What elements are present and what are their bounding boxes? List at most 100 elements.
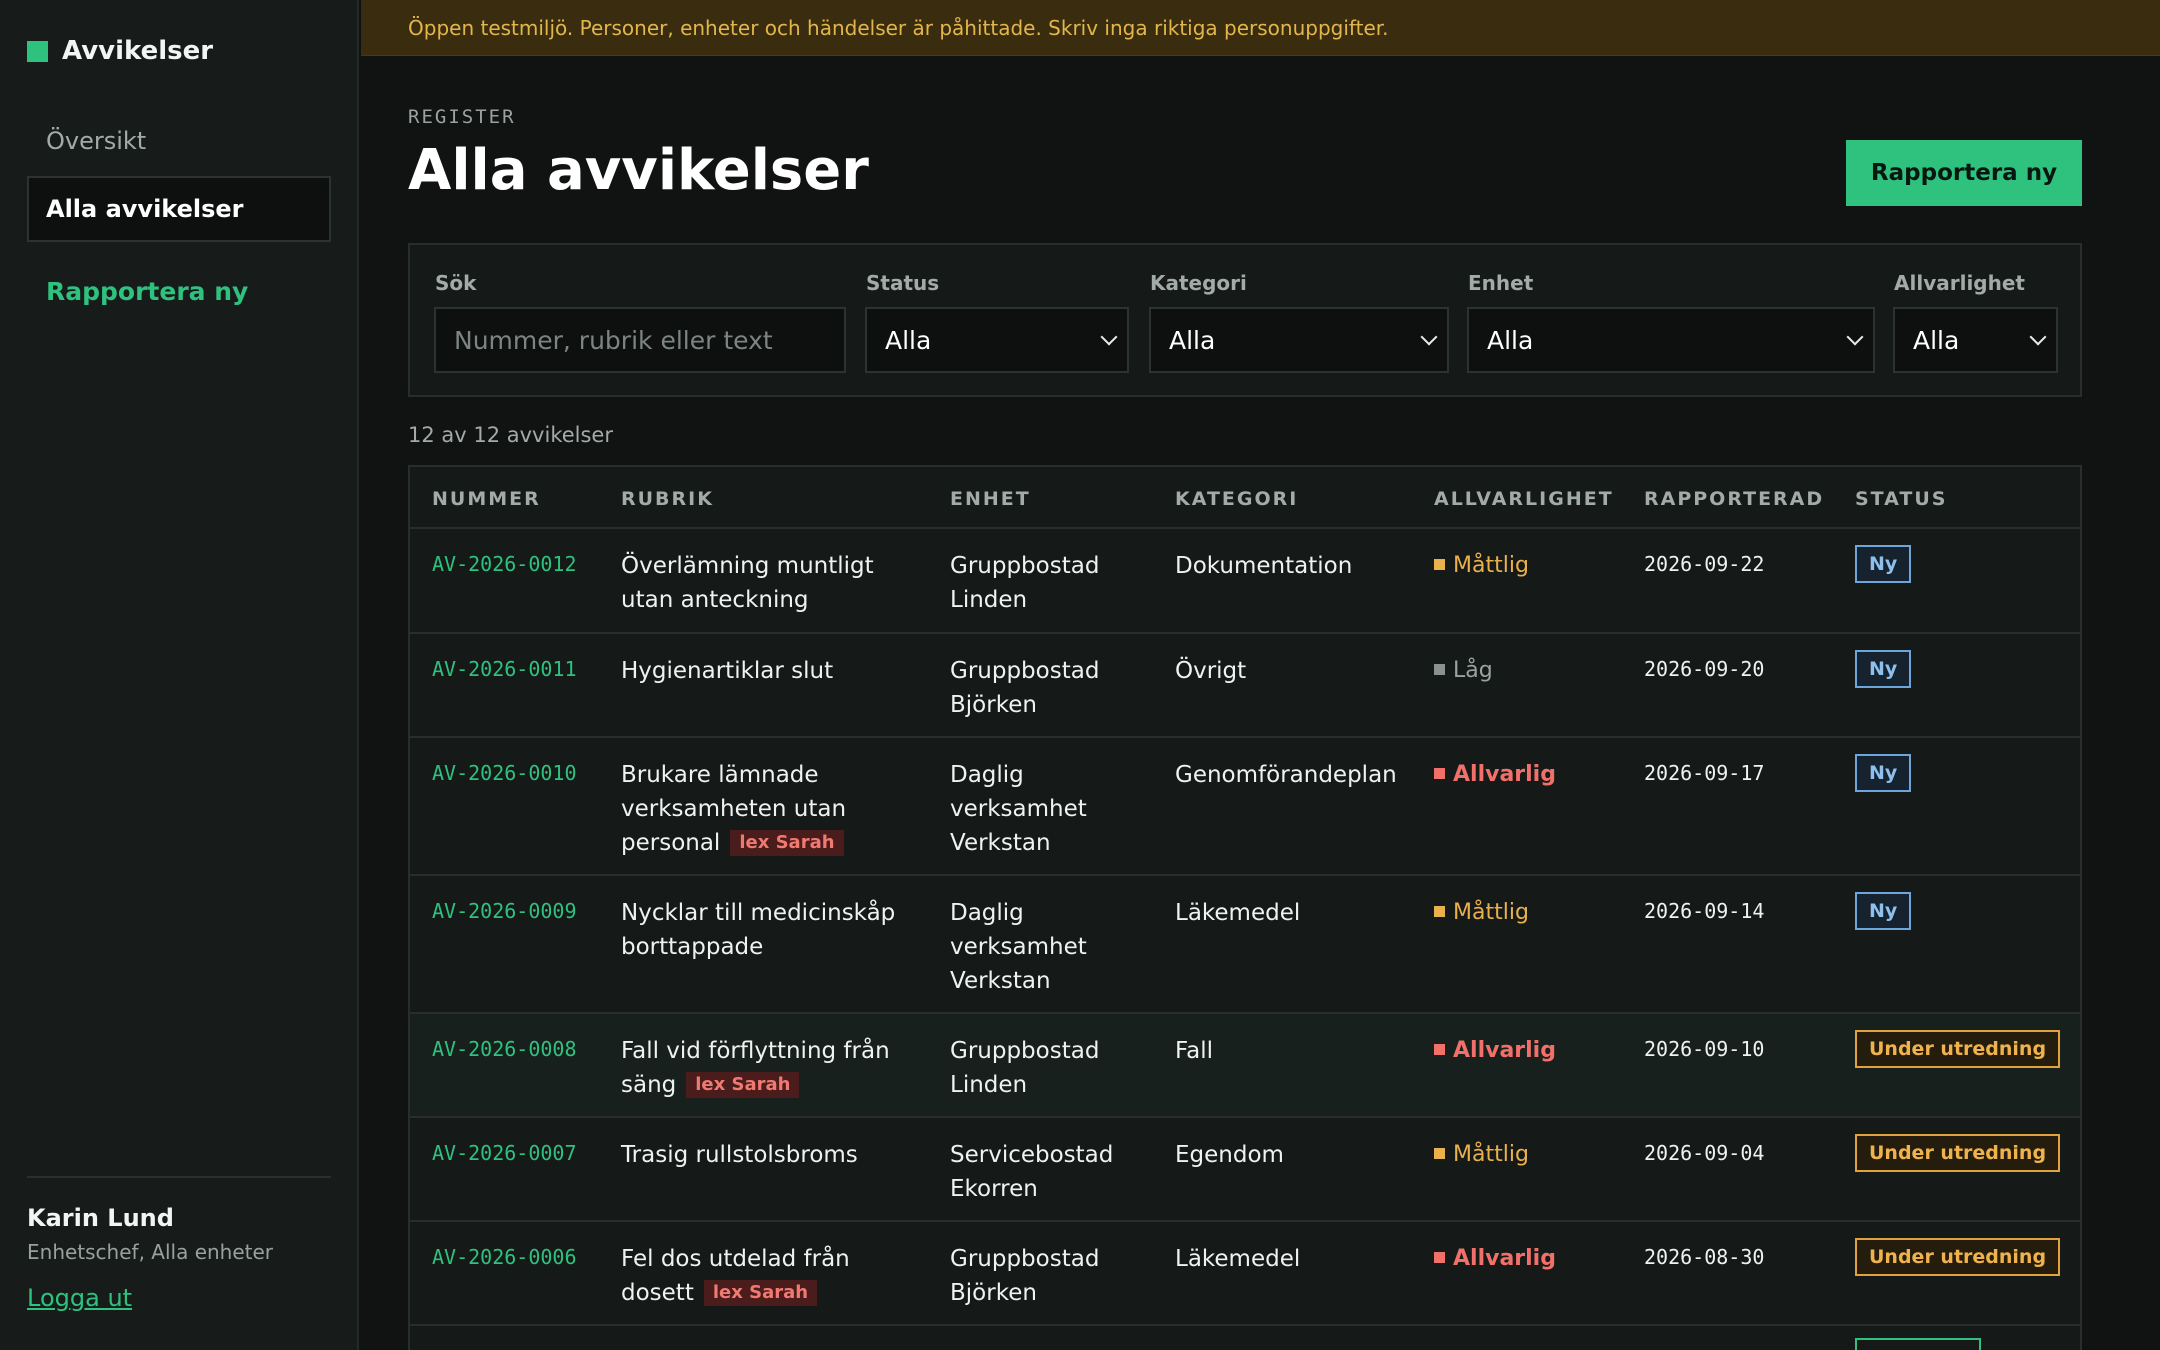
deviation-number-link[interactable]: AV-2026-0012 [432, 547, 577, 581]
deviation-number-link[interactable]: AV-2026-0009 [432, 894, 577, 928]
severity-label: Allvarlig [1453, 762, 1556, 787]
sidebar-item-report-new[interactable]: Rapportera ny [27, 258, 331, 324]
status-filter-value: Alla [885, 325, 932, 355]
deviation-unit: Gruppbostad Linden [950, 549, 1099, 617]
sidebar-item-all-deviations[interactable]: Alla avvikelser [27, 176, 331, 242]
deviation-title: Överlämning muntligt utan anteckning [621, 549, 874, 617]
status-badge: Under utredning [1855, 1238, 2061, 1276]
table-row[interactable] [410, 1326, 2080, 1350]
brand-logo-icon [27, 40, 48, 62]
status-badge [1855, 1338, 1981, 1350]
chevron-down-icon [1846, 328, 1864, 346]
reported-date: 2026-09-04 [1644, 1141, 1765, 1165]
unit-line: Linden [950, 1072, 1028, 1098]
unit-line: Gruppbostad [950, 1038, 1100, 1064]
deviation-title: Trasig rullstolsbroms [621, 1138, 858, 1172]
deviation-category: Övrigt [1175, 658, 1247, 684]
user-role: Enhetschef, Alla enheter [27, 1240, 274, 1264]
sidebar-item-overview[interactable]: Översikt [27, 108, 331, 174]
unit-line: verksamhet [950, 934, 1087, 960]
deviation-title: Hygienartiklar slut [621, 654, 833, 688]
unit-line: Gruppbostad [950, 553, 1100, 579]
severity-label: Allvarlig [1453, 1038, 1556, 1063]
filter-panel: Sök Nummer, rubrik eller text Status All… [408, 243, 2082, 397]
deviation-number-link[interactable]: AV-2026-0010 [432, 756, 577, 790]
unit-filter-select[interactable]: Alla [1467, 307, 1875, 373]
column-header-unit[interactable]: ENHET [950, 488, 1031, 510]
reported-date: 2026-09-22 [1644, 552, 1765, 576]
status-filter-label: Status [866, 271, 940, 295]
title-line: Överlämning muntligt [621, 553, 874, 579]
deviations-table: NUMMER RUBRIK ENHET KATEGORI ALLVARLIGHE… [408, 465, 2082, 1350]
column-header-status[interactable]: STATUS [1855, 488, 1947, 510]
reported-date: 2026-09-14 [1644, 899, 1765, 923]
unit-line: Gruppbostad [950, 1246, 1100, 1272]
chevron-down-icon [1420, 328, 1438, 346]
search-input[interactable]: Nummer, rubrik eller text [434, 307, 846, 373]
table-row[interactable]: AV-2026-0007 Trasig rullstolsbroms Service… [410, 1118, 2080, 1222]
report-new-button[interactable]: Rapportera ny [1846, 140, 2082, 206]
lex-sarah-badge: lex Sarah [730, 830, 844, 856]
title-line: Fel dos utdelad från [621, 1246, 850, 1272]
severity-filter-select[interactable]: Alla [1893, 307, 2058, 373]
deviation-number-link[interactable]: AV-2026-0006 [432, 1240, 577, 1274]
deviation-unit: Gruppbostad Linden [950, 1034, 1099, 1102]
category-filter-select[interactable]: Alla [1149, 307, 1449, 373]
severity-indicator: Måttlig [1434, 896, 1529, 930]
severity-square-icon [1434, 1148, 1445, 1159]
page-title: Alla avvikelser [408, 138, 869, 203]
severity-indicator: Allvarlig [1434, 758, 1556, 792]
title-line: verksamheten utan [621, 796, 847, 822]
lex-sarah-badge: lex Sarah [686, 1072, 800, 1098]
deviation-title: Fel dos utdelad från dosett lex Sarah [621, 1242, 850, 1310]
severity-filter-label: Allvarlighet [1894, 271, 2025, 295]
severity-indicator: Allvarlig [1434, 1034, 1556, 1068]
deviation-category: Dokumentation [1175, 553, 1353, 579]
table-row[interactable]: AV-2026-0009 Nycklar till medicinskåp bort… [410, 876, 2080, 1014]
deviation-title: Fall vid förflyttning från säng lex Sarah [621, 1034, 890, 1102]
column-header-severity[interactable]: ALLVARLIGHET [1434, 488, 1614, 510]
column-header-title[interactable]: RUBRIK [621, 488, 714, 510]
column-header-number[interactable]: NUMMER [432, 488, 541, 510]
table-row[interactable]: AV-2026-0012 Överlämning muntligt utan ant… [410, 529, 2080, 634]
severity-label: Måttlig [1453, 900, 1529, 925]
unit-line: Daglig [950, 900, 1024, 926]
deviation-unit: Servicebostad Ekorren [950, 1138, 1113, 1206]
severity-label: Låg [1453, 658, 1493, 683]
title-line: Fall vid förflyttning från [621, 1038, 890, 1064]
chevron-down-icon [1100, 328, 1118, 346]
chevron-down-icon [2029, 328, 2047, 346]
severity-square-icon [1434, 1252, 1445, 1263]
severity-indicator: Måttlig [1434, 1138, 1529, 1172]
deviation-unit: Daglig verksamhet Verkstan [950, 896, 1087, 998]
deviation-number-link[interactable]: AV-2026-0008 [432, 1032, 577, 1066]
severity-square-icon [1434, 906, 1445, 917]
deviation-number-link[interactable]: AV-2026-0011 [432, 652, 577, 686]
deviation-number-link[interactable]: AV-2026-0007 [432, 1136, 577, 1170]
unit-filter-label: Enhet [1468, 271, 1534, 295]
lex-sarah-badge: lex Sarah [703, 1280, 818, 1306]
status-filter-select[interactable]: Alla [865, 307, 1129, 373]
column-header-category[interactable]: KATEGORI [1175, 488, 1298, 510]
title-line: dosett [621, 1280, 694, 1306]
unit-line: Björken [950, 692, 1037, 718]
table-row[interactable]: AV-2026-0010 Brukare lämnade verksamheten … [410, 738, 2080, 876]
status-badge: Ny [1855, 545, 1912, 583]
result-count: 12 av 12 avvikelser [408, 423, 613, 447]
unit-line: Ekorren [950, 1176, 1038, 1202]
title-line: Brukare lämnade [621, 762, 819, 788]
severity-label: Måttlig [1453, 1142, 1529, 1167]
table-row[interactable]: AV-2026-0011 Hygienartiklar slut Gruppbost… [410, 634, 2080, 738]
severity-square-icon [1434, 1044, 1445, 1055]
logout-link[interactable]: Logga ut [27, 1284, 132, 1312]
column-header-reported[interactable]: RAPPORTERAD [1644, 488, 1824, 510]
unit-line: Servicebostad [950, 1142, 1114, 1168]
reported-date: 2026-09-17 [1644, 761, 1765, 785]
table-row[interactable]: AV-2026-0006 Fel dos utdelad från dosett le… [410, 1222, 2080, 1326]
deviation-category: Läkemedel [1175, 900, 1301, 926]
unit-line: Verkstan [950, 968, 1051, 994]
deviation-category: Läkemedel [1175, 1246, 1301, 1272]
severity-label: Måttlig [1453, 553, 1529, 578]
table-header: NUMMER RUBRIK ENHET KATEGORI ALLVARLIGHE… [410, 467, 2080, 529]
table-row[interactable]: AV-2026-0008 Fall vid förflyttning från sä… [410, 1014, 2080, 1118]
